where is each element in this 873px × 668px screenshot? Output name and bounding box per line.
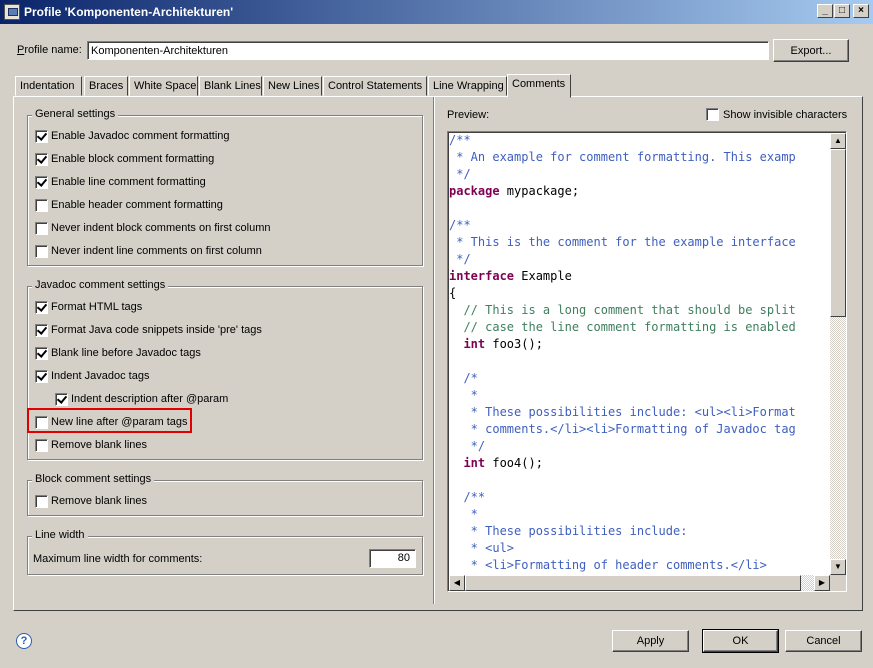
code-text: Example bbox=[514, 269, 572, 283]
line-width-title: Line width bbox=[32, 529, 88, 541]
scroll-down-icon[interactable]: ▼ bbox=[830, 559, 846, 575]
tab-new-lines[interactable]: New Lines bbox=[263, 76, 322, 96]
minimize-button[interactable]: _ bbox=[817, 4, 833, 18]
preview-label: Preview: bbox=[447, 109, 490, 121]
tab-blank-lines[interactable]: Blank Lines bbox=[199, 76, 262, 96]
tab-comments[interactable]: Comments bbox=[507, 74, 571, 98]
window-app-icon bbox=[4, 4, 20, 20]
scrollbar-corner bbox=[830, 575, 846, 591]
code-line: */ bbox=[449, 439, 486, 453]
help-icon[interactable]: ? bbox=[16, 633, 32, 649]
general-checkbox-3[interactable] bbox=[35, 199, 48, 212]
code-line: */ bbox=[449, 167, 471, 181]
profile-name-input[interactable] bbox=[87, 41, 769, 60]
code-keyword: package bbox=[449, 184, 500, 198]
code-line: */ bbox=[449, 252, 471, 266]
scroll-left-icon[interactable]: ◀ bbox=[449, 575, 465, 591]
line-width-label: Maximum line width for comments: bbox=[33, 553, 203, 565]
javadoc-label-1: Format Java code snippets inside 'pre' t… bbox=[51, 324, 262, 336]
general-label-5: Never indent line comments on first colu… bbox=[51, 245, 262, 257]
show-invisible-label: Show invisible characters bbox=[723, 109, 848, 121]
code-line: * <ul> bbox=[449, 541, 515, 555]
block-comment-title: Block comment settings bbox=[32, 473, 155, 485]
code-line: * <li>Formatting of header comments.</li… bbox=[449, 558, 767, 572]
cancel-button[interactable]: Cancel bbox=[785, 630, 862, 652]
code-line: * These possibilities include: bbox=[449, 524, 688, 538]
javadoc-checkbox-1[interactable] bbox=[35, 324, 48, 337]
block-checkbox-0[interactable] bbox=[35, 495, 48, 508]
code-keyword: int bbox=[449, 456, 486, 470]
javadoc-label-4: Indent description after @param bbox=[71, 393, 229, 405]
code-line: int foo4(); bbox=[449, 455, 543, 472]
general-label-3: Enable header comment formatting bbox=[51, 199, 223, 211]
tab-control-statements[interactable]: Control Statements bbox=[323, 76, 427, 96]
line-width-input[interactable]: 80 bbox=[369, 549, 416, 568]
code-line: /** bbox=[449, 133, 471, 147]
code-text: foo4(); bbox=[485, 456, 543, 470]
code-text: foo3(); bbox=[485, 337, 543, 351]
general-label-4: Never indent block comments on first col… bbox=[51, 222, 271, 234]
javadoc-settings-title: Javadoc comment settings bbox=[32, 279, 169, 291]
code-keyword: interface bbox=[449, 269, 515, 283]
code-line: { bbox=[449, 286, 457, 300]
code-line: * bbox=[449, 388, 478, 402]
code-line: * comments.</li><li>Formatting of Javado… bbox=[449, 422, 796, 436]
code-line: // This is a long comment that should be… bbox=[449, 303, 796, 317]
preview-vertical-scrollbar[interactable]: ▲ ▼ bbox=[830, 133, 846, 575]
javadoc-checkbox-2[interactable] bbox=[35, 347, 48, 360]
code-line: interface Example bbox=[449, 268, 572, 285]
javadoc-checkbox-3[interactable] bbox=[35, 370, 48, 383]
code-line: /* bbox=[449, 371, 478, 385]
general-settings-title: General settings bbox=[32, 108, 119, 120]
general-label-1: Enable block comment formatting bbox=[51, 153, 215, 165]
javadoc-label-3: Indent Javadoc tags bbox=[51, 370, 150, 382]
general-checkbox-0[interactable] bbox=[35, 130, 48, 143]
javadoc-checkbox-0[interactable] bbox=[35, 301, 48, 314]
highlight-box bbox=[27, 408, 192, 433]
horizontal-scroll-thumb[interactable] bbox=[465, 575, 801, 591]
code-line: /** bbox=[449, 490, 486, 504]
scroll-right-icon[interactable]: ▶ bbox=[814, 575, 830, 591]
code-line: * bbox=[449, 507, 478, 521]
code-line: package mypackage; bbox=[449, 183, 579, 200]
javadoc-label-2: Blank line before Javadoc tags bbox=[51, 347, 201, 359]
show-invisible-checkbox[interactable] bbox=[706, 108, 719, 121]
javadoc-checkbox-4[interactable] bbox=[55, 393, 68, 406]
export-button[interactable]: Export... bbox=[773, 39, 849, 62]
vertical-scroll-thumb[interactable] bbox=[830, 149, 846, 317]
tab-line-wrapping[interactable]: Line Wrapping bbox=[428, 76, 507, 96]
tab-braces[interactable]: Braces bbox=[84, 76, 128, 96]
general-label-2: Enable line comment formatting bbox=[51, 176, 206, 188]
close-button[interactable]: × bbox=[853, 4, 869, 18]
tab-white-space[interactable]: White Space bbox=[129, 76, 198, 96]
title-bar[interactable]: Profile 'Komponenten-Architekturen' _ □ … bbox=[0, 0, 873, 24]
panel-divider bbox=[433, 97, 435, 604]
code-keyword: int bbox=[449, 337, 486, 351]
general-checkbox-4[interactable] bbox=[35, 222, 48, 235]
scroll-up-icon[interactable]: ▲ bbox=[830, 133, 846, 149]
block-label-0: Remove blank lines bbox=[51, 495, 147, 507]
window-title: Profile 'Komponenten-Architekturen' bbox=[24, 5, 234, 19]
tab-indentation[interactable]: Indentation bbox=[15, 76, 82, 96]
general-checkbox-1[interactable] bbox=[35, 153, 48, 166]
ok-button[interactable]: OK bbox=[702, 629, 779, 653]
code-line: * These possibilities include: <ul><li>F… bbox=[449, 405, 796, 419]
code-line: // case the line comment formatting is e… bbox=[449, 320, 796, 334]
code-text: mypackage; bbox=[499, 184, 580, 198]
javadoc-label-0: Format HTML tags bbox=[51, 301, 143, 313]
code-line: int foo3(); bbox=[449, 336, 543, 353]
javadoc-checkbox-6[interactable] bbox=[35, 439, 48, 452]
general-checkbox-2[interactable] bbox=[35, 176, 48, 189]
code-line: /** bbox=[449, 218, 471, 232]
preview-code[interactable]: /** * An example for comment formatting.… bbox=[449, 133, 830, 575]
preview-horizontal-scrollbar[interactable]: ◀ ▶ bbox=[449, 575, 830, 591]
apply-button[interactable]: Apply bbox=[612, 630, 689, 652]
javadoc-label-6: Remove blank lines bbox=[51, 439, 147, 451]
code-line: * An example for comment formatting. Thi… bbox=[449, 150, 796, 164]
maximize-button[interactable]: □ bbox=[834, 4, 850, 18]
code-line: * This is the comment for the example in… bbox=[449, 235, 796, 249]
general-label-0: Enable Javadoc comment formatting bbox=[51, 130, 230, 142]
general-checkbox-5[interactable] bbox=[35, 245, 48, 258]
profile-name-label: Profile name: bbox=[17, 44, 82, 56]
